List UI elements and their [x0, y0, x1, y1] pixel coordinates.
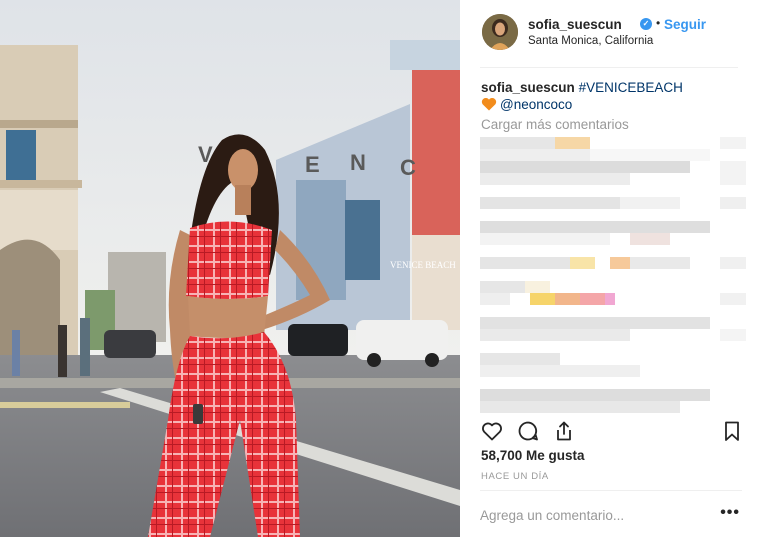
post-timestamp[interactable]: HACE UN DÍA: [481, 471, 549, 482]
likes-count[interactable]: 58,700 Me gusta: [481, 448, 585, 463]
sign-letter: C: [400, 155, 416, 180]
verified-badge-icon: ✓: [640, 18, 652, 30]
sign-letter: E: [305, 152, 320, 177]
post-actions: [480, 416, 742, 444]
pixelated-comments: [480, 137, 746, 415]
post-side-panel: sofia_suescun ✓ • Seguir Santa Monica, C…: [460, 0, 760, 537]
comment-bar: •••: [480, 490, 742, 537]
load-more-comments-link[interactable]: Cargar más comentarios: [481, 117, 629, 132]
post-header: sofia_suescun ✓ • Seguir Santa Monica, C…: [480, 12, 738, 68]
separator-dot: •: [656, 16, 661, 30]
heart-icon[interactable]: [480, 419, 504, 443]
venice-street-photo: V E N C VENICE BEACH: [0, 0, 460, 537]
share-icon[interactable]: [552, 419, 576, 443]
avatar[interactable]: [482, 14, 518, 50]
orange-heart-icon: [481, 97, 497, 111]
sign-letter: N: [350, 150, 366, 175]
caption-mention[interactable]: @neoncoco: [500, 97, 572, 112]
location-link[interactable]: Santa Monica, California: [528, 35, 653, 47]
shop-sign: VENICE BEACH: [390, 260, 456, 270]
caption-username[interactable]: sofia_suescun: [481, 80, 575, 95]
bookmark-icon[interactable]: [720, 419, 744, 443]
post-photo[interactable]: V E N C VENICE BEACH: [0, 0, 460, 537]
follow-button[interactable]: Seguir: [664, 17, 706, 32]
comment-input[interactable]: [480, 505, 700, 525]
caption-hashtag[interactable]: #VENICEBEACH: [579, 80, 683, 95]
header-username[interactable]: sofia_suescun: [528, 17, 622, 32]
more-options-icon[interactable]: •••: [720, 504, 740, 522]
comment-icon[interactable]: [516, 419, 540, 443]
post-caption: sofia_suescun #VENICEBEACH @neoncoco: [481, 79, 741, 113]
